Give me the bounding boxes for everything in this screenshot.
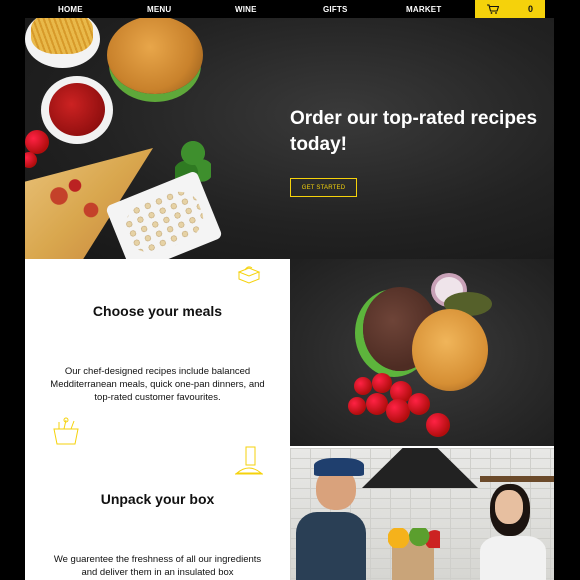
hero-banner: Order our top-rated recipes today! GET S…: [25, 18, 554, 259]
nav-wine[interactable]: WINE: [235, 5, 257, 14]
get-started-button[interactable]: GET STARTED: [290, 178, 357, 197]
top-nav: HOME MENU WINE GIFTS MARKET 0: [0, 0, 580, 18]
fries-image: [25, 18, 100, 68]
section-text-unpack: We guarentee the freshness of all our in…: [53, 554, 262, 578]
nav-market[interactable]: MARKET: [406, 5, 441, 14]
hero-title: Order our top-rated recipes today!: [290, 108, 538, 155]
nav-home[interactable]: HOME: [58, 5, 83, 14]
section-title-unpack: Unpack your box: [100, 491, 215, 507]
cart-icon: [487, 4, 499, 14]
cart-button[interactable]: 0: [475, 0, 545, 18]
tomato-image: [25, 130, 49, 154]
takeout-box-icon: [237, 266, 261, 284]
page-content: Order our top-rated recipes today! GET S…: [25, 18, 554, 580]
ketchup-image: [41, 76, 113, 144]
section-text-choose: Our chef-designed recipes include balanc…: [50, 366, 265, 403]
grocery-basket-icon: [53, 417, 79, 445]
nav-gifts[interactable]: GIFTS: [323, 5, 348, 14]
drink-and-food-icon: [235, 446, 263, 475]
cart-count: 0: [527, 4, 533, 14]
how-it-works-column: Choose your meals Our chef-designed reci…: [25, 259, 290, 580]
section-title-choose: Choose your meals: [92, 303, 223, 319]
burger-image: [107, 18, 203, 94]
nav-menu[interactable]: MENU: [147, 5, 171, 14]
burger-ingredients-image: [290, 259, 554, 446]
delivery-photo: [290, 448, 554, 580]
tomato-image: [25, 152, 37, 168]
